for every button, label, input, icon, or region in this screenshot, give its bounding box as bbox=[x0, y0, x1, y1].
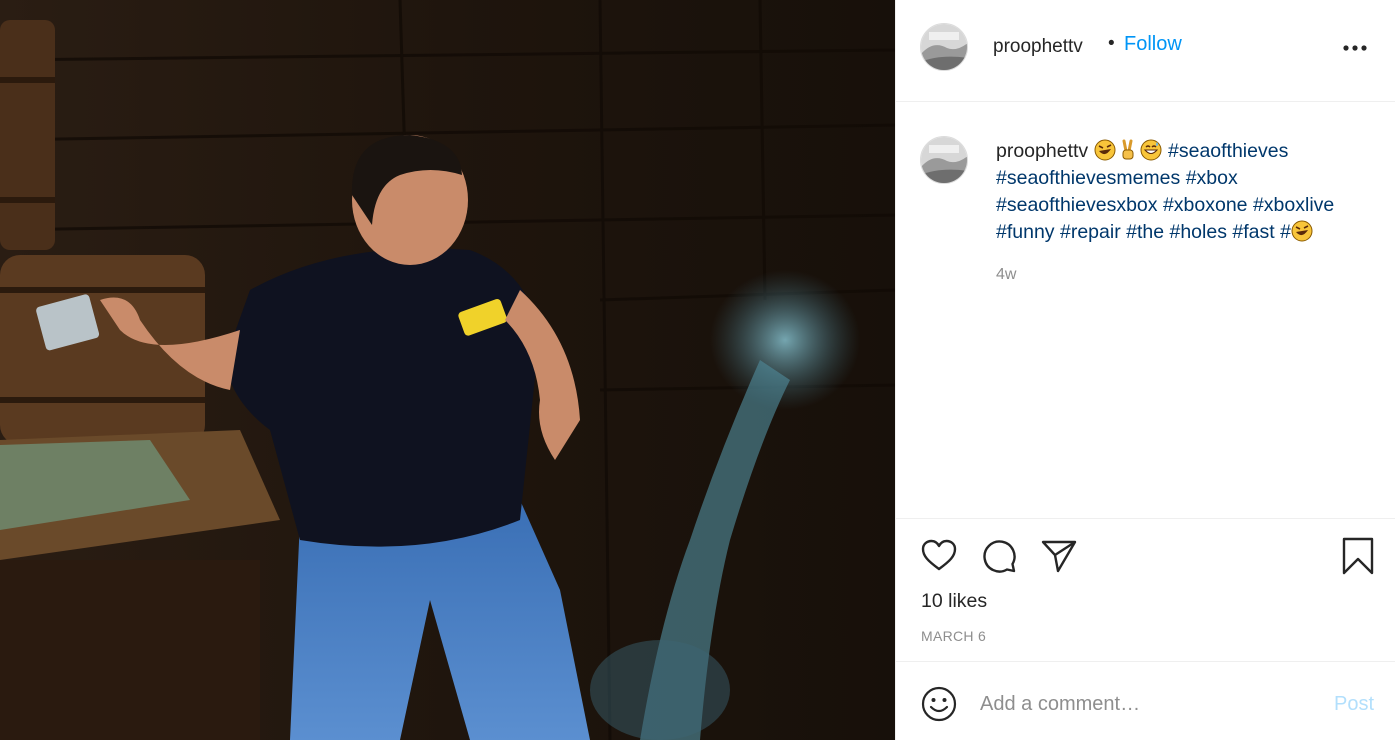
comment-input[interactable] bbox=[980, 684, 1310, 724]
caption-avatar[interactable] bbox=[920, 136, 968, 184]
hashtag-link[interactable]: #fast bbox=[1232, 221, 1274, 243]
hashtag-link[interactable]: #funny bbox=[996, 221, 1055, 243]
bookmark-icon[interactable] bbox=[1339, 537, 1377, 575]
caption-username[interactable]: proophettv bbox=[996, 140, 1088, 162]
hashtag-link[interactable]: #seaofthievesxbox bbox=[996, 194, 1158, 216]
share-icon[interactable] bbox=[1040, 537, 1078, 575]
hashtag-link[interactable]: #holes bbox=[1169, 221, 1226, 243]
comment-box: Post bbox=[896, 661, 1395, 740]
grinning-sweat-emoji bbox=[1140, 139, 1162, 161]
victory-hand-emoji bbox=[1122, 139, 1134, 160]
more-options-icon[interactable] bbox=[1340, 38, 1372, 58]
hashtag-link[interactable]: #xboxone bbox=[1163, 194, 1248, 216]
avatar-image bbox=[921, 24, 967, 70]
hashtag-link[interactable]: #seaofthieves bbox=[1168, 140, 1288, 162]
post-actions: 10 likes MARCH 6 bbox=[896, 518, 1395, 661]
hashtag-link[interactable]: #xboxlive bbox=[1253, 194, 1334, 216]
avatar[interactable] bbox=[920, 23, 968, 71]
post-photo-illustration bbox=[0, 0, 895, 740]
hashtag-link[interactable]: #the bbox=[1126, 221, 1164, 243]
post-caption-area: proophettv #seaofthieves #seaofthievesme… bbox=[896, 102, 1395, 518]
post-side-panel: proophettv • Follow proophettv #seaofthi… bbox=[895, 0, 1395, 740]
emoji-icon[interactable] bbox=[920, 685, 958, 723]
hashtag-link[interactable]: # bbox=[1280, 221, 1291, 243]
header-separator: • bbox=[1108, 33, 1115, 54]
post-date[interactable]: MARCH 6 bbox=[921, 628, 986, 644]
heart-icon[interactable] bbox=[920, 537, 958, 575]
header-username[interactable]: proophettv bbox=[993, 36, 1083, 58]
avatar-image bbox=[921, 137, 967, 183]
post-time[interactable]: 4w bbox=[996, 266, 1016, 284]
comment-icon[interactable] bbox=[980, 537, 1018, 575]
hashtag-link[interactable]: #repair bbox=[1060, 221, 1121, 243]
post-header: proophettv • Follow bbox=[896, 0, 1395, 102]
hashtag-link[interactable]: #seaofthievesmemes bbox=[996, 167, 1180, 189]
rolling-on-floor-laughing-emoji bbox=[1094, 139, 1116, 161]
likes-count[interactable]: 10 likes bbox=[921, 590, 987, 613]
follow-button[interactable]: Follow bbox=[1124, 33, 1182, 56]
caption-text: proophettv #seaofthieves #seaofthievesme… bbox=[996, 138, 1376, 246]
post-image[interactable] bbox=[0, 0, 895, 740]
hashtag-link[interactable]: #xbox bbox=[1186, 167, 1238, 189]
rolling-on-floor-laughing-emoji bbox=[1291, 220, 1313, 242]
post-button[interactable]: Post bbox=[1334, 693, 1374, 716]
